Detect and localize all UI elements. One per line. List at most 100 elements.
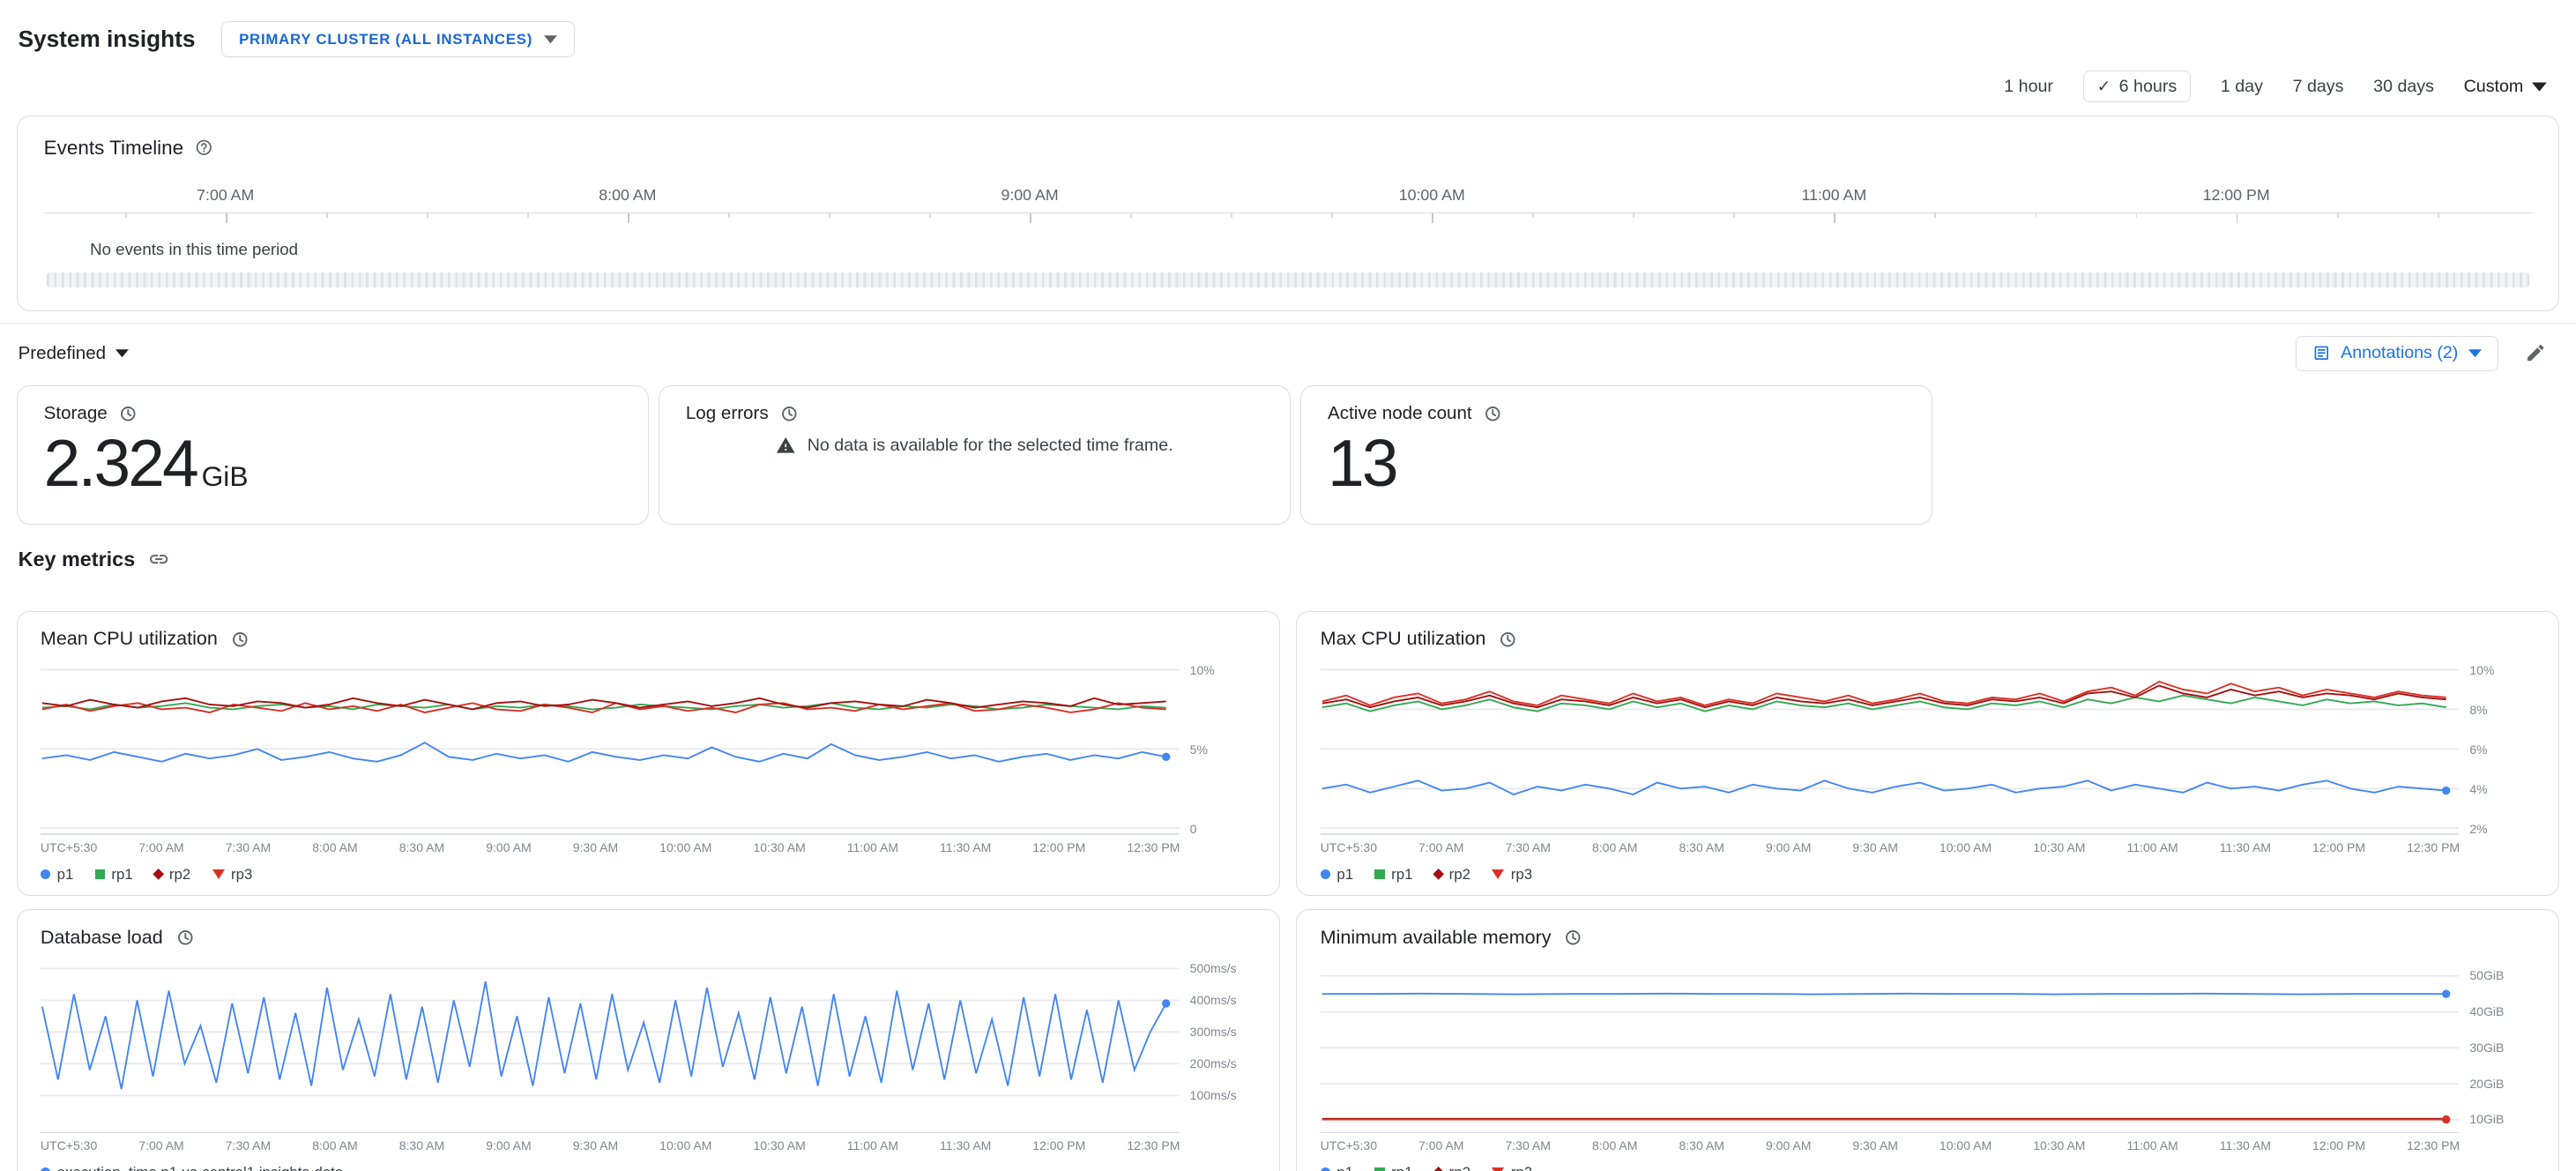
legend-label: rp1 [1391,1164,1412,1171]
x-axis-label: 7:00 AM [138,839,184,854]
chart-plot[interactable] [40,663,1180,836]
x-axis-label: 10:00 AM [659,1137,712,1152]
legend-diamond-icon [1432,1167,1445,1171]
x-axis-label: 11:00 AM [846,839,899,854]
time-range-option[interactable]: ✓ 6 hours [2082,71,2192,103]
key-metrics-header: Key metrics [19,548,2576,571]
x-axis-label: 8:30 AM [398,839,445,854]
legend-item[interactable]: rp1 [1374,866,1412,884]
chart-plot[interactable] [1320,962,2461,1134]
legend-diamond-icon [153,869,165,881]
predefined-dropdown[interactable]: Predefined [19,343,130,364]
chart-card-max-cpu-utilization: Max CPU utilization 10% 8% 6% 4% 2% UTC+5:30… [1296,610,2560,896]
timeline-tick [2336,213,2339,219]
legend-square-icon [94,869,105,880]
y-axis-label: 10% [1189,662,1215,677]
warning-icon [776,436,795,455]
annotations-icon [2312,344,2331,362]
legend-item[interactable]: rp3 [212,866,252,884]
time-range-option[interactable]: 7 days [2293,77,2344,97]
timeline-tick [2437,213,2439,219]
chart-legend: p1 rp1 rp2 rp3 [40,865,1256,884]
timeline-tick [426,213,428,219]
x-axis-label: 8:00 AM [1591,1137,1638,1152]
x-axis-label: 7:30 AM [1505,1137,1551,1152]
legend-item[interactable]: p1 [1320,866,1353,884]
x-axis-label: 7:00 AM [1418,1137,1464,1152]
no-events-message: No events in this time period [90,240,299,259]
clock-icon [176,929,195,947]
chart-plot[interactable] [1320,663,2461,836]
stat-card-storage: Storage 2.324 GiB [16,385,649,525]
chart-plot[interactable] [40,962,1180,1134]
legend-item[interactable]: execution_time p1 us-central1 insights-d… [40,1164,344,1171]
timeline-hour-label: 12:00 PM [2202,185,2270,204]
y-axis-label: 100ms/s [1189,1087,1237,1102]
x-axis-label: 9:30 AM [1852,839,1898,854]
time-range-option[interactable]: 1 day [2221,77,2263,97]
x-axis-label: 7:30 AM [1505,839,1551,854]
legend-item[interactable]: rp3 [1492,1164,1532,1171]
time-range-option[interactable]: 30 days [2373,77,2434,97]
x-axis-label: 10:30 AM [753,1137,806,1152]
legend-item[interactable]: rp2 [153,865,191,884]
x-axis-label: UTC+5:30 [40,839,98,854]
timeline-axis [43,212,2533,226]
chart-title: Database load [40,926,163,948]
x-axis-label: 10:30 AM [753,839,806,854]
annotations-button[interactable]: Annotations (2) [2295,335,2499,371]
x-axis-label: 10:00 AM [1939,839,1992,854]
legend-circle-icon [40,1167,51,1171]
x-axis-label: 8:30 AM [1679,1137,1724,1152]
metrics-toolbar: Predefined Annotations (2) [0,323,2576,382]
legend-item[interactable]: rp3 [1492,866,1532,884]
legend-label: rp3 [1511,1164,1532,1171]
help-icon[interactable] [195,138,213,157]
cluster-selector-button[interactable]: PRIMARY CLUSTER (ALL INSTANCES) [221,21,575,58]
chevron-down-icon [2468,349,2482,357]
events-timeline-title: Events Timeline [43,136,184,159]
x-axis-label: 7:30 AM [225,1137,272,1152]
legend-item[interactable]: p1 [40,866,73,884]
legend-item[interactable]: p1 [1320,1164,1353,1171]
legend-label: rp2 [168,865,191,883]
legend-label: p1 [1336,1164,1353,1171]
x-axis-label: 12:00 PM [1032,839,1086,854]
legend-circle-icon [1320,1167,1330,1171]
edit-button[interactable] [2525,342,2546,363]
timeline-tick [2035,213,2037,219]
y-axis-labels: 500ms/s 400ms/s 300ms/s 200ms/s 100ms/s [1180,961,1255,1134]
timeline-tick [1532,213,1535,219]
predefined-label: Predefined [18,342,107,363]
chart-legend: p1 rp1 rp2 rp3 [1320,866,2536,884]
clock-icon [780,405,799,423]
y-axis-label: 200ms/s [1189,1055,1237,1070]
y-axis-label: 4% [2469,781,2488,796]
y-axis-label: 400ms/s [1189,992,1237,1007]
x-axis-labels: UTC+5:30 7:00 AM 7:30 AM 8:00 AM 8:30 AM 9:00… [41,840,1180,854]
chevron-down-icon [115,349,129,357]
timeline-tick [828,213,830,219]
time-range-option[interactable]: 1 hour [2004,77,2053,97]
legend-label: execution_time p1 us-central1 insights-d… [57,1164,344,1171]
time-range-selector: 1 hour ✓ 6 hours 1 day 7 days 30 days Custom [0,67,2576,116]
x-axis-label: 8:30 AM [398,1137,445,1152]
cluster-selector-label: PRIMARY CLUSTER (ALL INSTANCES) [239,30,533,48]
events-hatch-band [47,272,2529,288]
y-axis-label: 8% [2469,702,2488,717]
legend-item[interactable]: rp1 [1374,1164,1412,1171]
x-axis-label: 12:30 PM [1127,839,1180,854]
chart-card-minimum-available-memory: Minimum available memory 50GiB 40GiB 30GiB… [1296,908,2560,1171]
time-range-custom[interactable]: Custom [2464,77,2547,97]
timeline-tick [627,213,629,223]
y-axis-label: 500ms/s [1189,961,1237,975]
legend-item[interactable]: rp2 [1432,866,1470,884]
legend-item[interactable]: rp1 [94,866,133,884]
y-axis-label: 20GiB [2469,1076,2505,1091]
x-axis-label: 11:00 AM [2126,839,2178,854]
link-icon[interactable] [148,548,169,570]
x-axis-label: 8:00 AM [312,839,358,854]
legend-item[interactable]: rp2 [1432,1164,1470,1171]
chart-title: Max CPU utilization [1320,628,1486,650]
x-axis-label: 9:00 AM [1765,839,1812,854]
